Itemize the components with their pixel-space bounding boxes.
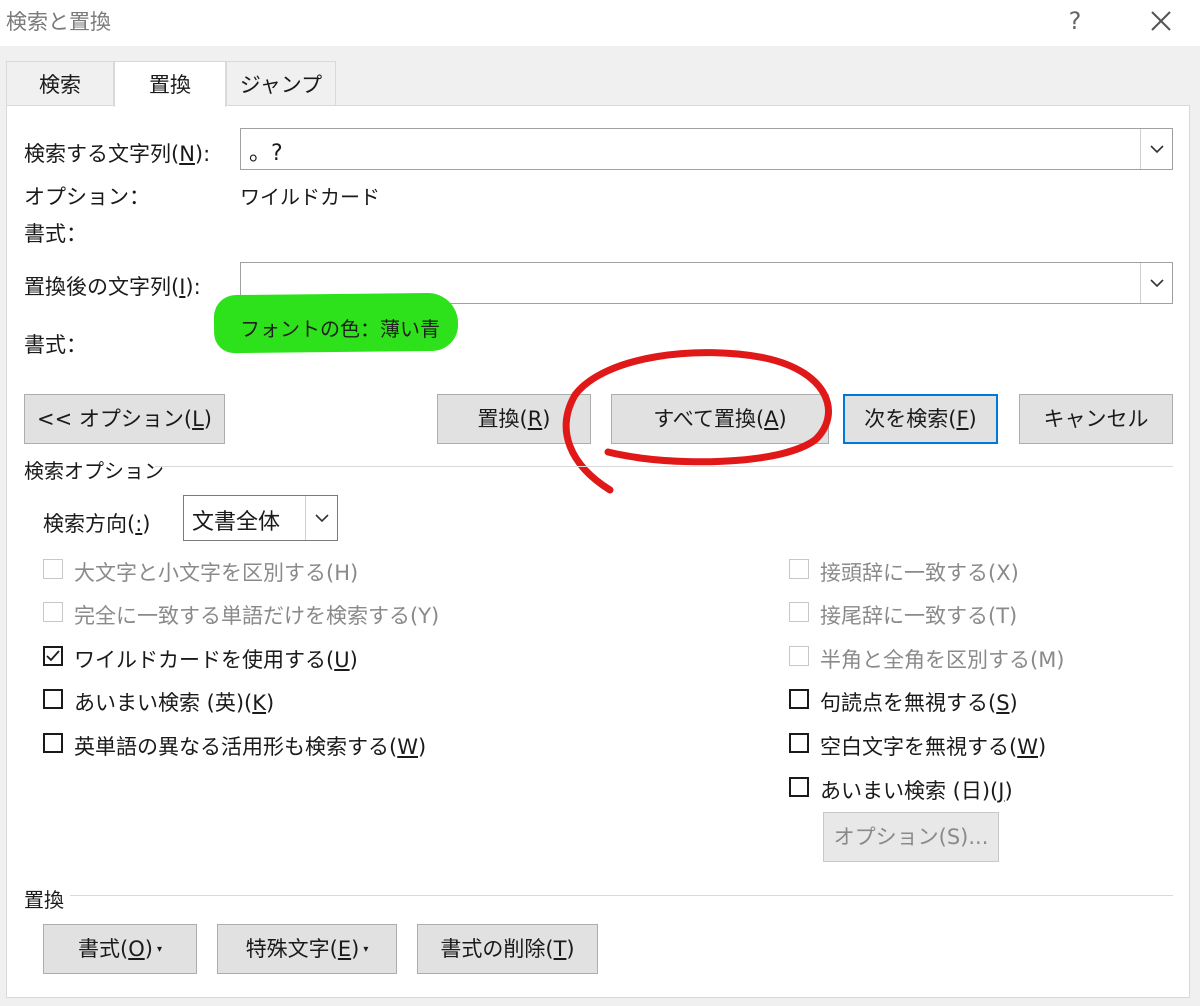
whole-word-label: 完全に一致する単語だけを検索する(Y) <box>74 604 440 628</box>
word-forms-checkbox[interactable] <box>43 733 63 753</box>
wildcard-label: ワイルドカードを使用する(U) <box>74 648 358 672</box>
format-button[interactable]: 書式(O) ▾ <box>43 924 197 974</box>
tab-goto[interactable]: ジャンプ <box>226 61 336 106</box>
title-bar: 検索と置換 ? <box>0 0 1200 46</box>
chevron-down-icon <box>1150 145 1164 154</box>
find-value: 。? <box>249 141 283 166</box>
width-label: 半角と全角を区別する(M) <box>820 648 1065 672</box>
find-input[interactable]: 。? <box>240 128 1173 170</box>
window-title: 検索と置換 <box>6 10 111 34</box>
direction-select[interactable]: 文書全体 <box>183 495 338 541</box>
red-circle-annotation <box>562 349 832 494</box>
checkmark-icon <box>46 650 60 662</box>
whole-word-checkbox[interactable] <box>43 602 63 622</box>
replace-label: 置換後の文字列(I): <box>24 275 201 299</box>
word-forms-label: 英単語の異なる活用形も検索する(W) <box>74 735 427 759</box>
fuzzy-japanese-checkbox[interactable] <box>789 777 809 797</box>
find-next-button[interactable]: 次を検索(F) <box>843 394 998 444</box>
wildcard-checkbox[interactable] <box>43 646 63 666</box>
fuzzy-options-button[interactable]: オプション(S)... <box>823 812 999 862</box>
match-suffix-checkbox[interactable] <box>789 602 809 622</box>
match-case-checkbox[interactable] <box>43 559 63 579</box>
find-dropdown-button[interactable] <box>1140 129 1172 169</box>
fuzzy-english-label: あいまい検索 (英)(K) <box>74 691 275 715</box>
replace-section-heading: 置換 <box>24 888 64 912</box>
dropdown-arrow-icon: ▾ <box>156 944 162 955</box>
find-label: 検索する文字列(N): <box>24 142 211 166</box>
replace-dropdown-button[interactable] <box>1140 263 1172 303</box>
help-button[interactable]: ? <box>1060 4 1090 38</box>
search-options-heading: 検索オプション <box>24 459 164 483</box>
direction-value: 文書全体 <box>192 510 281 535</box>
no-formatting-button[interactable]: 書式の削除(T) <box>417 924 598 974</box>
ignore-punct-checkbox[interactable] <box>789 689 809 709</box>
close-button[interactable] <box>1145 4 1177 38</box>
options-value: ワイルドカード <box>240 185 380 209</box>
special-characters-button[interactable]: 特殊文字(E) ▾ <box>217 924 397 974</box>
tab-panel <box>6 105 1190 998</box>
tab-replace[interactable]: 置換 <box>114 61 226 107</box>
find-format-label: 書式： <box>24 222 87 246</box>
match-prefix-checkbox[interactable] <box>789 559 809 579</box>
chevron-down-icon <box>315 514 329 523</box>
match-suffix-label: 接尾辞に一致する(T) <box>820 604 1018 628</box>
width-checkbox[interactable] <box>789 646 809 666</box>
dropdown-arrow-icon: ▾ <box>363 944 369 955</box>
options-label: オプション： <box>24 185 150 209</box>
less-options-button[interactable]: << オプション(L) <box>24 394 225 444</box>
tab-find[interactable]: 検索 <box>6 61 114 106</box>
match-prefix-label: 接頭辞に一致する(X) <box>820 561 1019 585</box>
close-icon <box>1151 11 1171 31</box>
search-options-divider <box>155 466 1173 467</box>
replace-format-value: フォントの色：薄い青 <box>240 317 440 341</box>
fuzzy-japanese-label: あいまい検索 (日)(J) <box>820 779 1013 803</box>
direction-label: 検索方向(:) <box>43 512 151 536</box>
match-case-label: 大文字と小文字を区別する(H) <box>74 561 359 585</box>
fuzzy-english-checkbox[interactable] <box>43 689 63 709</box>
direction-dropdown-button[interactable] <box>305 496 337 540</box>
ignore-punct-label: 句読点を無視する(S) <box>820 691 1018 715</box>
replace-format-label: 書式： <box>24 333 87 357</box>
ignore-space-label: 空白文字を無視する(W) <box>820 735 1047 759</box>
ignore-space-checkbox[interactable] <box>789 733 809 753</box>
cancel-button[interactable]: キャンセル <box>1019 394 1173 444</box>
replace-section-divider <box>70 895 1173 896</box>
chevron-down-icon <box>1150 279 1164 288</box>
